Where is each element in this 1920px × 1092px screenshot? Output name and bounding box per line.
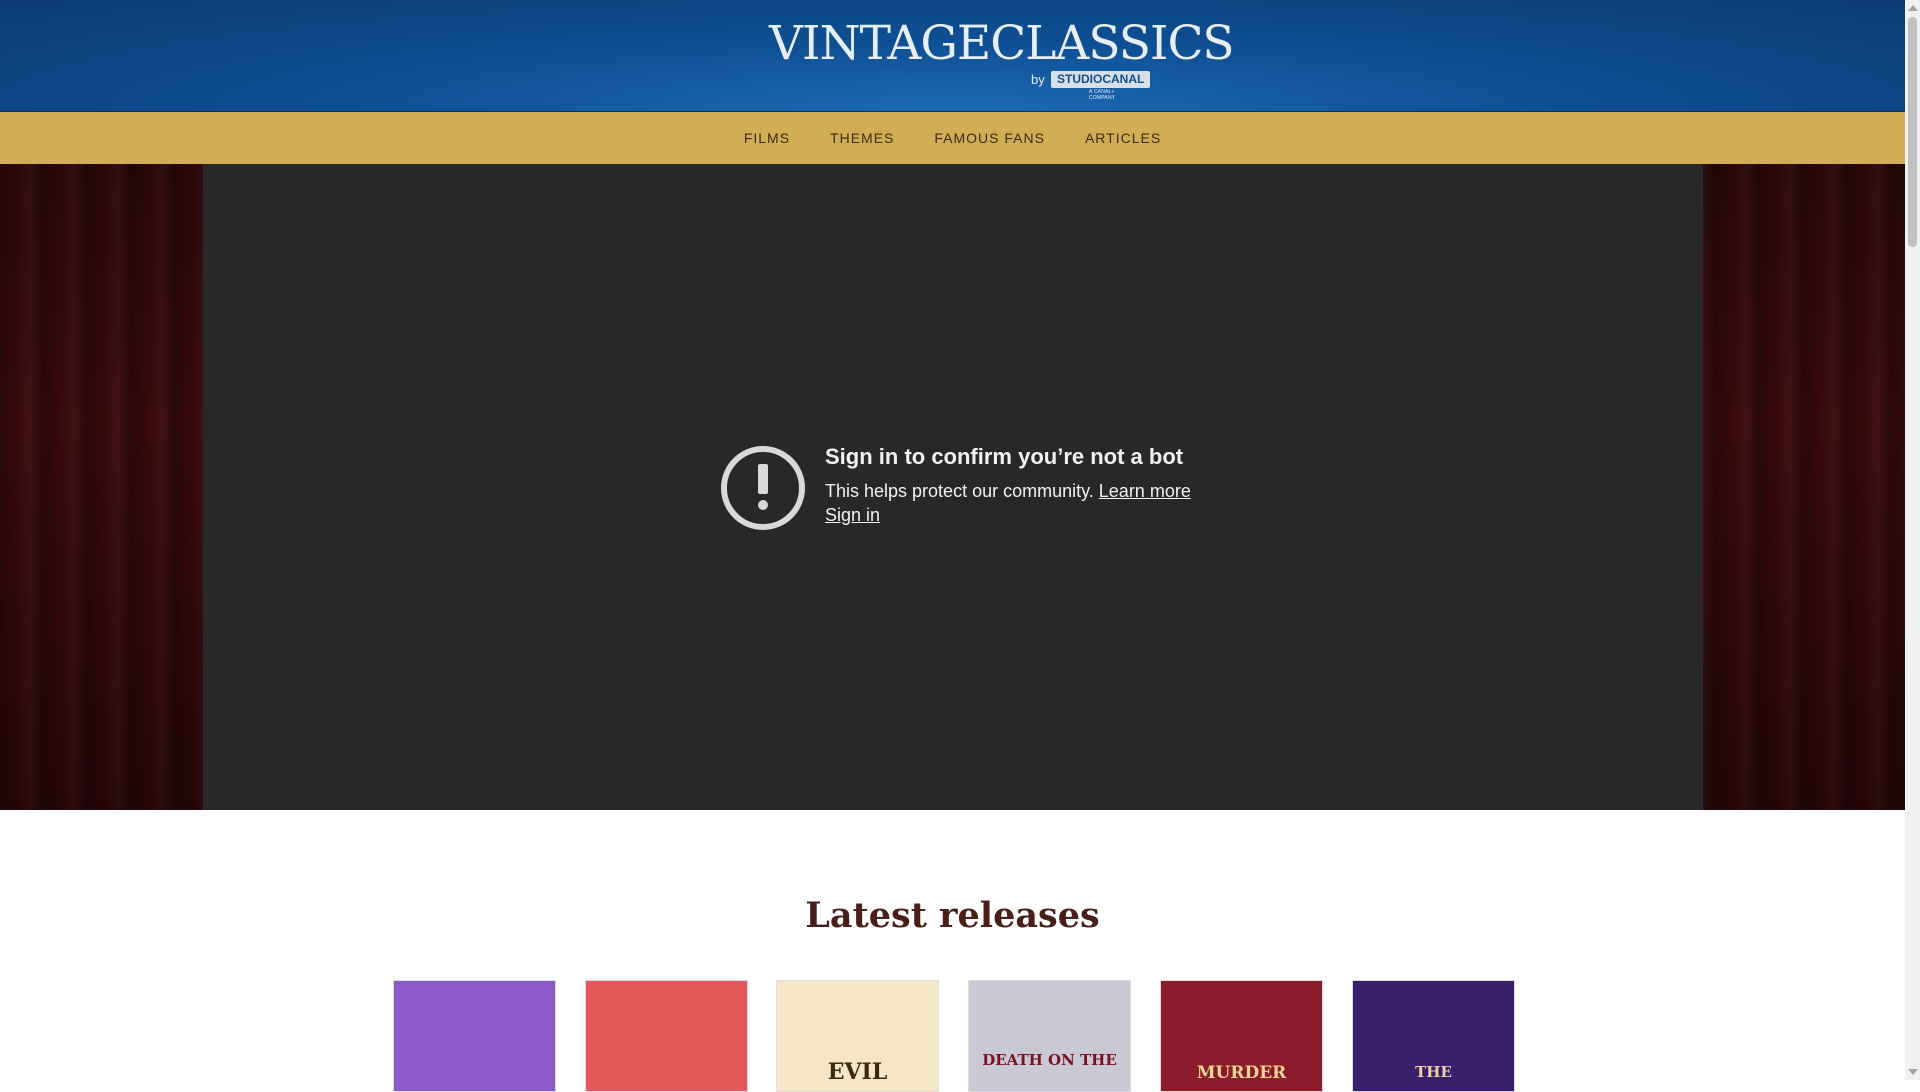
poster-4-title: DEATH ON THE xyxy=(982,1051,1117,1069)
nav-item-articles[interactable]: ARTICLES xyxy=(1065,130,1181,146)
latest-releases-heading: Latest releases xyxy=(805,895,1100,936)
video-error-message: This helps protect our community. xyxy=(825,481,1099,501)
poster-release-6[interactable]: THE xyxy=(1352,980,1515,1092)
nav-item-famous-fans[interactable]: FAMOUS FANS xyxy=(914,130,1065,146)
scroll-down-arrow-icon[interactable] xyxy=(1908,1069,1918,1075)
poster-release-5[interactable]: MURDER xyxy=(1160,980,1323,1092)
poster-release-2[interactable] xyxy=(585,980,748,1092)
poster-5-title: MURDER xyxy=(1196,1063,1287,1083)
poster-6-title: THE xyxy=(1415,1063,1452,1081)
video-error-title: Sign in to confirm you’re not a bot xyxy=(825,444,1184,469)
nav-item-films[interactable]: FILMS xyxy=(724,130,810,146)
scroll-up-arrow-icon[interactable] xyxy=(1908,5,1918,11)
studiocanal-badge: STUDIOCANAL xyxy=(1051,71,1151,88)
main-nav: FILMS THEMES FAMOUS FANS ARTICLES xyxy=(0,112,1905,164)
poster-3-title: EVIL xyxy=(827,1059,888,1085)
sign-in-link[interactable]: Sign in xyxy=(825,505,880,526)
logo-subtext: A CANAL+ COMPANY xyxy=(1089,89,1116,101)
alert-icon xyxy=(721,446,805,530)
logo-by-text: by xyxy=(1031,72,1045,87)
video-player[interactable]: Sign in to confirm you’re not a bot This… xyxy=(203,164,1703,810)
site-header: VINTAGECLASSICS by STUDIOCANAL A CANAL+ … xyxy=(0,0,1905,112)
poster-release-4[interactable]: DEATH ON THE xyxy=(968,980,1131,1092)
scroll-thumb[interactable] xyxy=(1908,17,1917,247)
poster-release-3[interactable]: EVIL xyxy=(776,980,939,1092)
logo-wordmark: VINTAGECLASSICS xyxy=(769,16,1235,71)
vintage-classics-logo[interactable]: VINTAGECLASSICS by STUDIOCANAL A CANAL+ … xyxy=(769,18,1235,102)
page-scrollbar[interactable] xyxy=(1905,0,1920,1080)
nav-item-themes[interactable]: THEMES xyxy=(810,130,914,146)
learn-more-link[interactable]: Learn more xyxy=(1099,481,1191,501)
poster-release-1[interactable] xyxy=(393,980,556,1092)
hero-curtain: Sign in to confirm you’re not a bot This… xyxy=(0,164,1905,810)
video-error-text: This helps protect our community. Learn … xyxy=(825,481,1191,502)
